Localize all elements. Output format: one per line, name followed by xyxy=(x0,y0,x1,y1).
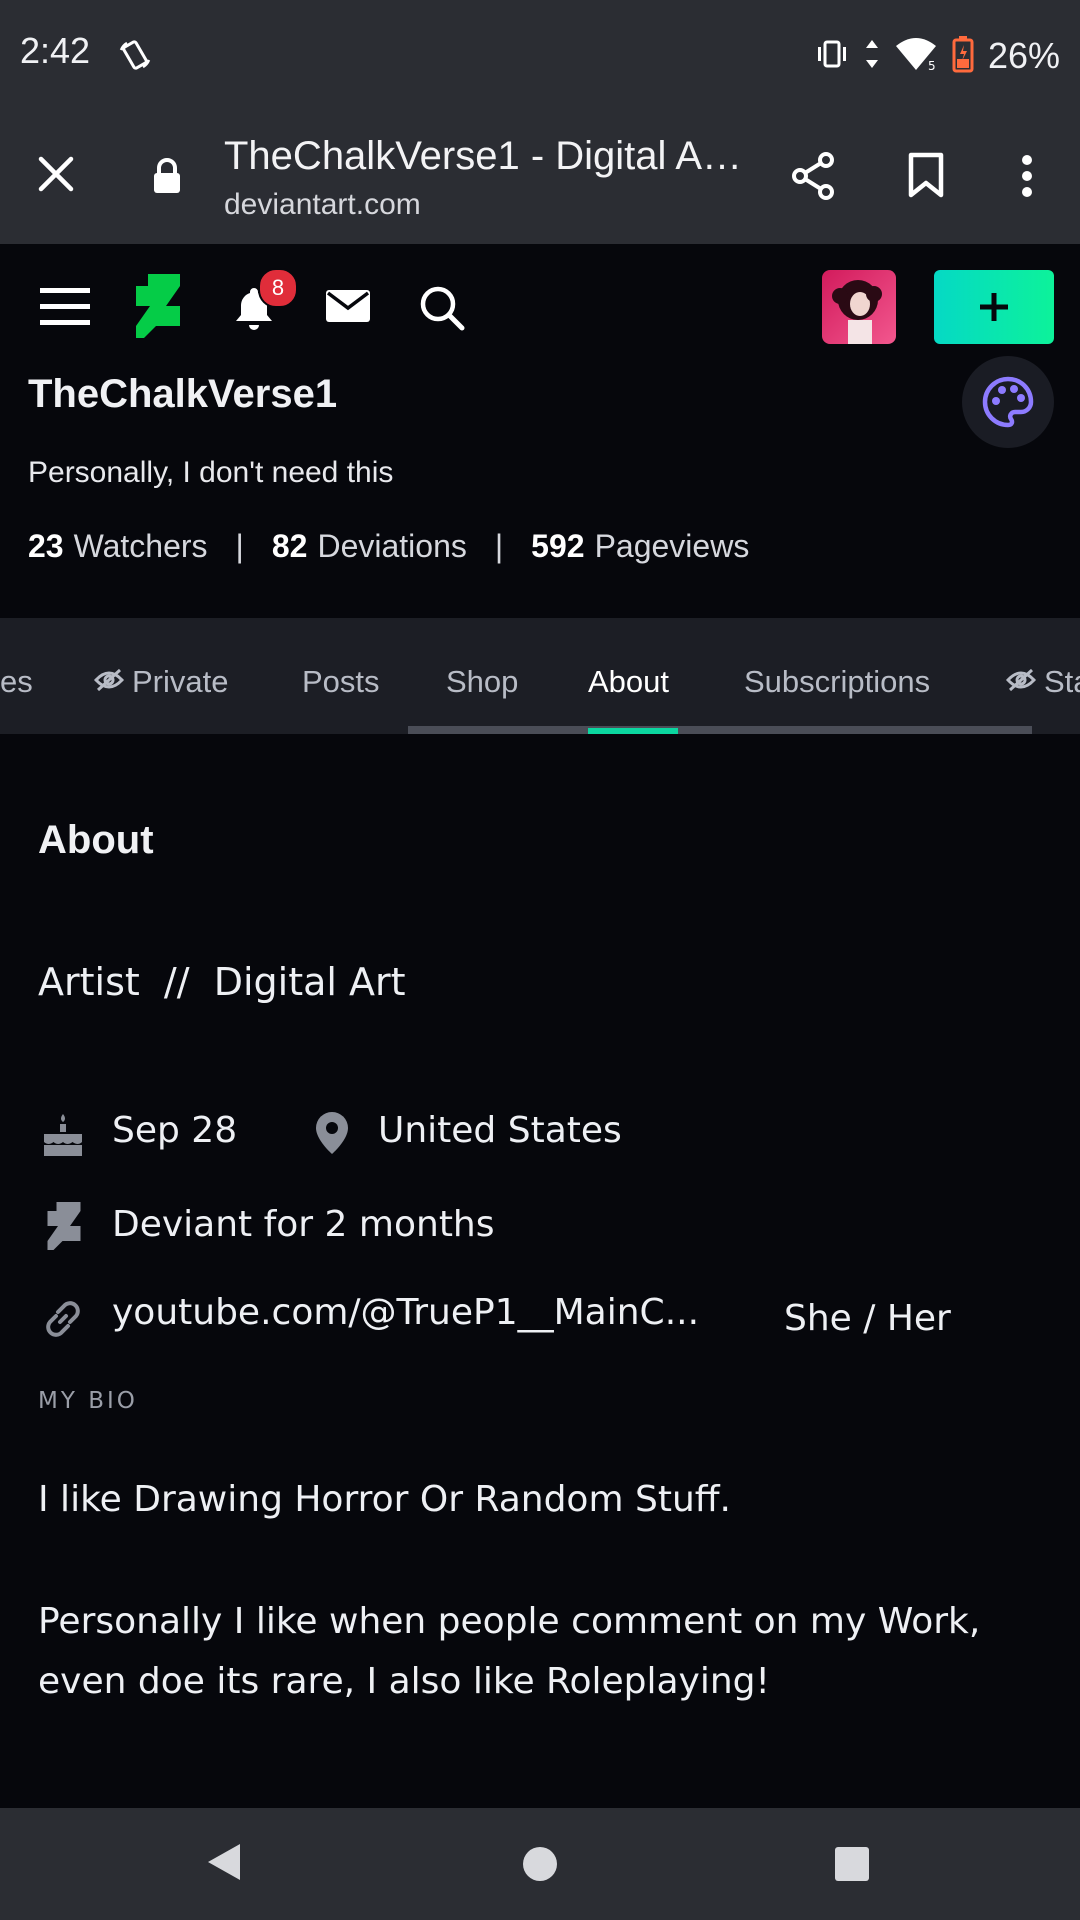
link-icon xyxy=(42,1298,84,1344)
location-text: United States xyxy=(378,1110,622,1151)
pronouns-text: She / Her xyxy=(784,1298,951,1339)
tab-posts[interactable]: Posts xyxy=(302,664,380,700)
back-triangle-icon[interactable] xyxy=(206,1842,242,1886)
cake-icon xyxy=(40,1112,86,1162)
deviant-logo-icon xyxy=(46,1202,82,1254)
about-headline: Artist // Digital Art xyxy=(38,960,406,1004)
location-pin-icon xyxy=(312,1110,352,1160)
deviantart-logo-icon[interactable] xyxy=(134,274,182,342)
vibrate-icon xyxy=(814,36,850,76)
home-circle-icon[interactable] xyxy=(522,1846,558,1886)
auto-rotate-icon xyxy=(118,38,152,76)
share-icon[interactable] xyxy=(790,152,838,204)
website-link[interactable]: youtube.com/@TrueP1__MainC... xyxy=(112,1292,699,1333)
about-heading: About xyxy=(38,818,154,862)
hamburger-menu-icon[interactable] xyxy=(40,286,90,330)
tab-partial-left[interactable]: es xyxy=(0,664,33,700)
battery-icon xyxy=(952,35,974,77)
tab-partial-right[interactable]: Sta xyxy=(1005,664,1080,700)
bio-paragraph-1: I like Drawing Horror Or Random Stuff. xyxy=(38,1479,731,1520)
page-title: TheChalkVerse1 - Digital Ar... xyxy=(224,134,744,178)
bio-paragraph-2: Personally I like when people comment on… xyxy=(38,1601,981,1702)
wifi-icon: 5 xyxy=(894,36,938,76)
battery-percent: 26% xyxy=(987,35,1060,76)
profile-tagline: Personally, I don't need this xyxy=(28,456,394,489)
bio-label: MY BIO xyxy=(38,1388,138,1414)
birthday-text: Sep 28 xyxy=(112,1110,238,1151)
active-tab-indicator xyxy=(588,728,678,734)
tab-subscriptions[interactable]: Subscriptions xyxy=(744,664,930,700)
stat-deviations[interactable]: 82 Deviations xyxy=(272,528,467,565)
profile-tabs: es Private Posts Shop About Subscription… xyxy=(0,618,1080,734)
lock-icon[interactable] xyxy=(152,158,182,198)
membership-text: Deviant for 2 months xyxy=(112,1204,495,1245)
tab-private[interactable]: Private xyxy=(93,664,228,700)
palette-icon[interactable] xyxy=(962,356,1054,448)
eye-hidden-icon xyxy=(1005,664,1037,700)
tab-shop[interactable]: Shop xyxy=(446,664,518,700)
create-plus-button[interactable] xyxy=(934,270,1054,344)
profile-username: TheChalkVerse1 xyxy=(28,372,338,416)
tab-about[interactable]: About xyxy=(588,664,669,700)
stat-watchers[interactable]: 23 Watchers xyxy=(28,528,208,565)
recents-square-icon[interactable] xyxy=(834,1846,870,1886)
tabs-scrollbar[interactable] xyxy=(408,726,1032,734)
eye-hidden-icon xyxy=(93,664,125,700)
bookmark-icon[interactable] xyxy=(906,152,946,202)
user-avatar[interactable] xyxy=(822,270,896,344)
profile-stats: 23 Watchers | 82 Deviations | 592 Pageviews xyxy=(28,528,750,565)
page-domain: deviantart.com xyxy=(224,188,421,221)
status-bar: 2:42 5 26% xyxy=(0,0,1080,112)
search-icon[interactable] xyxy=(418,284,466,336)
more-vert-icon[interactable] xyxy=(1016,154,1038,202)
svg-text:5: 5 xyxy=(928,59,936,72)
stat-pageviews: 592 Pageviews xyxy=(531,528,750,564)
notification-badge: 8 xyxy=(258,268,298,308)
mail-icon[interactable] xyxy=(326,288,370,328)
data-arrows-icon xyxy=(864,36,880,76)
close-icon[interactable] xyxy=(36,154,76,198)
status-time: 2:42 xyxy=(20,30,91,71)
